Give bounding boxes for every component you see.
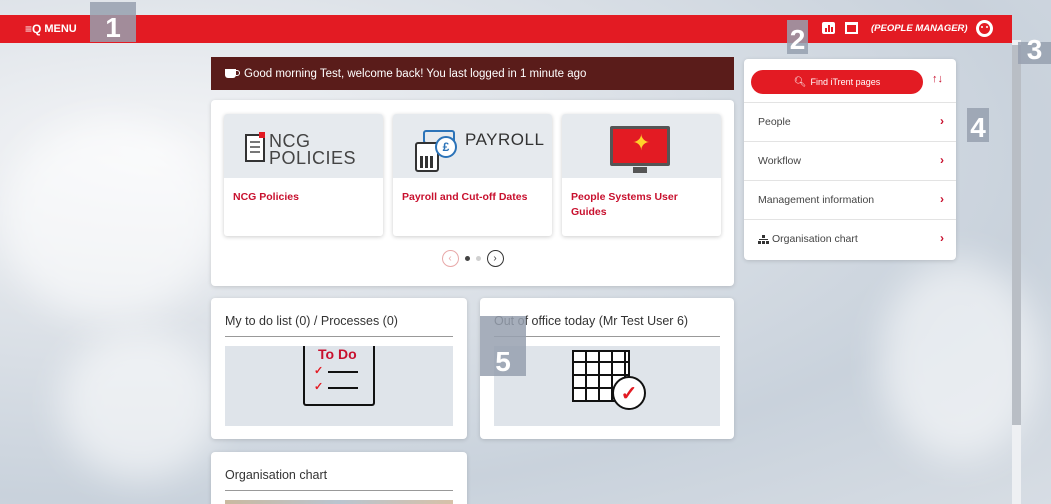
chevron-right-icon: › — [940, 192, 944, 206]
background-cloud — [0, 120, 220, 320]
ncg-art-text-2: POLICIES — [269, 148, 357, 168]
tile-label: Payroll and Cut-off Dates — [402, 191, 528, 203]
carousel-prev-button[interactable]: ‹ — [441, 250, 459, 267]
welcome-banner: Good morning Test, welcome back! You las… — [211, 57, 734, 90]
find-pages-label: Find iTrent pages — [810, 77, 881, 87]
side-navigation: 🔍︎ Find iTrent pages ↑↓ People › Workflo… — [744, 59, 956, 260]
check-circle-icon: ✓ — [612, 376, 646, 410]
org-chart-card-title: Organisation chart — [225, 468, 453, 491]
menu-button[interactable]: ≡Q MENU — [25, 22, 77, 36]
welcome-text: Good morning Test, welcome back! You las… — [244, 67, 587, 80]
step-marker-2: 2 — [787, 20, 808, 54]
carousel-dot[interactable] — [464, 256, 470, 261]
role-label[interactable]: (PEOPLE MANAGER) — [871, 23, 968, 34]
nav-item-label: People — [758, 116, 791, 128]
carousel-next-button[interactable]: › — [486, 250, 504, 267]
payroll-art-text: PAYROLL — [465, 130, 545, 149]
document-icon — [245, 134, 265, 162]
todo-image: To Do ✓ ✓ — [225, 346, 453, 426]
tile-user-guides[interactable]: ✦ People Systems User Guides — [562, 114, 721, 236]
user-guides-image: ✦ — [562, 114, 721, 178]
org-chart-icon — [758, 234, 769, 244]
step-marker-3: 3 — [1018, 36, 1051, 64]
search-icon: 🔍︎ — [793, 76, 807, 88]
top-bar: ≡Q MENU (PEOPLE MANAGER) — [0, 15, 1012, 43]
payroll-image: £ PAYROLL — [393, 114, 552, 178]
pound-coin-icon: £ — [435, 136, 457, 158]
menu-label: MENU — [44, 23, 77, 35]
nav-item-management-information[interactable]: Management information › — [744, 180, 956, 219]
todo-card[interactable]: My to do list (0) / Processes (0) To Do … — [211, 298, 467, 439]
nav-item-label: Organisation chart — [772, 233, 858, 245]
wrench-icon: ✦ — [632, 130, 651, 155]
tile-payroll[interactable]: £ PAYROLL Payroll and Cut-off Dates — [393, 114, 552, 236]
report-icon[interactable] — [822, 22, 835, 34]
tile-label: People Systems User Guides — [571, 191, 678, 218]
nav-item-label: Management information — [758, 194, 875, 206]
scrollbar-thumb[interactable] — [1012, 45, 1021, 425]
step-marker-4: 4 — [967, 108, 989, 142]
ncg-policies-image: NCG POLICIES — [224, 114, 383, 178]
nav-item-label: Workflow — [758, 155, 801, 167]
find-pages-button[interactable]: 🔍︎ Find iTrent pages — [751, 70, 923, 94]
org-chart-card[interactable]: Organisation chart — [211, 452, 467, 504]
coffee-cup-icon — [225, 69, 240, 78]
quick-links-carousel: NCG POLICIES NCG Policies £ PAYROLL Payr… — [211, 100, 734, 286]
tile-ncg-policies[interactable]: NCG POLICIES NCG Policies — [224, 114, 383, 236]
org-chart-image — [225, 500, 453, 504]
nav-item-organisation-chart[interactable]: Organisation chart › — [744, 219, 956, 258]
step-marker-5: 5 — [480, 316, 526, 376]
chevron-right-icon: › — [940, 153, 944, 167]
chevron-right-icon: › — [940, 114, 944, 128]
carousel-dot[interactable] — [475, 256, 481, 261]
out-of-office-title: Out of office today (Mr Test User 6) — [494, 314, 720, 337]
step-marker-1: 1 — [90, 2, 136, 42]
nav-item-people[interactable]: People › — [744, 102, 956, 141]
nav-item-workflow[interactable]: Workflow › — [744, 141, 956, 180]
sort-icon[interactable]: ↑↓ — [932, 73, 943, 85]
background-cloud — [60, 330, 220, 480]
avatar-icon[interactable] — [976, 20, 993, 37]
out-of-office-image: ✓ — [494, 346, 720, 426]
tile-label: NCG Policies — [233, 191, 299, 203]
todo-art-text: To Do — [318, 346, 357, 362]
todo-card-title: My to do list (0) / Processes (0) — [225, 314, 453, 337]
chevron-right-icon: › — [940, 231, 944, 245]
menu-icon: ≡Q — [25, 22, 42, 36]
carousel-pagination: ‹ › — [211, 250, 734, 267]
window-icon[interactable] — [845, 22, 858, 34]
